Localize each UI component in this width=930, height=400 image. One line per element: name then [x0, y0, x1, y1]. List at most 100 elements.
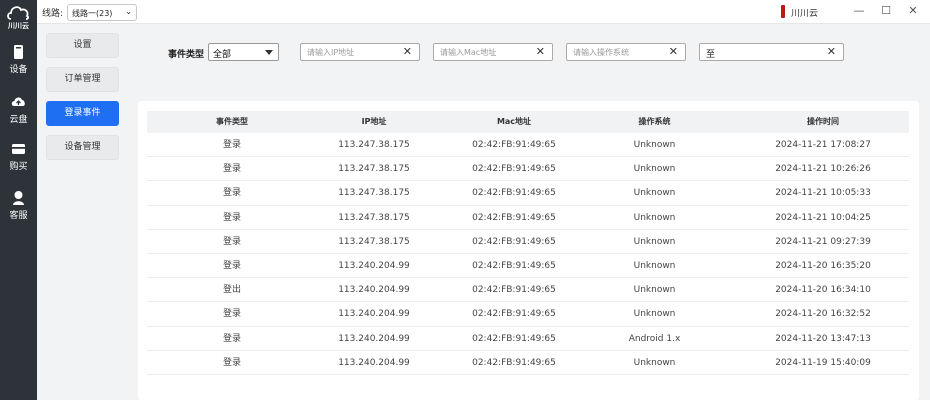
table-row: 登录 113.240.204.99 02:42:FB:91:49:65 Unknown…: [147, 254, 909, 279]
clear-icon[interactable]: ✕: [536, 45, 545, 58]
cell-os: Unknown: [633, 236, 676, 247]
cell-mac: 02:42:FB:91:49:65: [472, 140, 556, 150]
close-button[interactable]: ✕: [903, 3, 923, 19]
cell-mac: 02:42:FB:91:49:65: [472, 188, 556, 199]
mac-placeholder: 请输入Mac地址: [440, 48, 497, 57]
cell-ip: 113.247.38.175: [338, 212, 410, 223]
cell-os: Android 1.x: [628, 333, 681, 344]
cell-event-type: 登录: [222, 188, 241, 199]
cell-time: 2024-11-20 16:32:52: [775, 309, 871, 320]
sidebar-item-service[interactable]: 客服: [0, 190, 37, 226]
events-card: 事件类型 IP地址 Mac地址 操作系统 操作时间 登录 113.247.38.1…: [138, 101, 919, 400]
cell-ip: 113.240.204.99: [338, 333, 410, 344]
table-row: 登录 113.247.38.175 02:42:FB:91:49:65 Unknown…: [147, 181, 909, 206]
sidebar-item-buy[interactable]: 购买: [0, 141, 37, 177]
cell-os: Unknown: [633, 188, 676, 199]
cell-mac: 02:42:FB:91:49:65: [472, 285, 556, 296]
top-bar: 线路: 线路一(23) ⌄ 川川云 — ☐ ✕: [37, 0, 930, 24]
table-row: 登录 113.247.38.175 02:42:FB:91:49:65 Unknown…: [147, 133, 909, 158]
table-row: 登录 113.240.204.99 02:42:FB:91:49:65 Unknown…: [147, 351, 909, 375]
cell-event-type: 登录: [222, 212, 241, 223]
table-row: 登录 113.247.38.175 02:42:FB:91:49:65 Unknown…: [147, 230, 909, 254]
headset-icon: [13, 191, 24, 205]
cell-time: 2024-11-21 10:05:33: [775, 188, 871, 199]
cell-time: 2024-11-20 13:47:13: [775, 333, 871, 344]
event-type-label: 事件类型: [168, 50, 205, 60]
cell-event-type: 登录: [222, 309, 241, 320]
cell-time: 2024-11-21 10:26:26: [775, 164, 871, 175]
date-range-input[interactable]: 至 ✕: [699, 43, 844, 61]
minimize-button[interactable]: —: [849, 3, 869, 19]
events-table: 事件类型 IP地址 Mac地址 操作系统 操作时间 登录 113.247.38.1…: [147, 111, 909, 375]
column-header-os: 操作系统: [638, 117, 671, 126]
event-type-select[interactable]: 全部: [208, 43, 279, 61]
cell-ip: 113.240.204.99: [338, 357, 410, 368]
sidebar-item-label: 客服: [9, 211, 28, 221]
column-header-ip: IP地址: [361, 117, 387, 126]
table-header: 事件类型 IP地址 Mac地址 操作系统 操作时间: [147, 111, 909, 133]
app-title: 川川云: [791, 9, 819, 19]
sidebar-item-cloud[interactable]: 云盘: [0, 94, 37, 130]
logo-text: 川川云: [8, 22, 29, 30]
sidebar: 川川云 设备 云盘 购买 客服: [0, 0, 37, 400]
table-row: 登录 113.240.204.99 02:42:FB:91:49:65 Unknown…: [147, 302, 909, 327]
sidebar-item-label: 购买: [9, 162, 28, 172]
cell-os: Unknown: [633, 309, 676, 320]
cell-ip: 113.240.204.99: [338, 309, 410, 320]
cell-mac: 02:42:FB:91:49:65: [472, 236, 556, 247]
cell-event-type: 登出: [222, 285, 241, 296]
cell-mac: 02:42:FB:91:49:65: [472, 164, 556, 175]
ip-input[interactable]: 请输入IP地址 ✕: [300, 43, 420, 61]
cell-event-type: 登录: [222, 260, 241, 271]
cell-mac: 02:42:FB:91:49:65: [472, 309, 556, 320]
cell-ip: 113.247.38.175: [338, 140, 410, 150]
cell-time: 2024-11-19 15:40:09: [775, 357, 871, 368]
menu-orders[interactable]: 订单管理: [46, 67, 119, 92]
cell-time: 2024-11-20 16:35:20: [775, 260, 871, 271]
cell-os: Unknown: [633, 260, 676, 271]
table-body: 登录 113.247.38.175 02:42:FB:91:49:65 Unknown…: [147, 133, 909, 375]
cell-event-type: 登录: [222, 333, 241, 344]
cell-os: Unknown: [633, 357, 676, 368]
clear-icon[interactable]: ✕: [403, 45, 412, 58]
menu-device-management[interactable]: 设备管理: [46, 135, 119, 160]
cell-time: 2024-11-21 17:08:27: [775, 140, 871, 150]
event-type-value: 全部: [213, 50, 232, 60]
chevron-down-icon: ⌄: [125, 7, 132, 16]
cell-time: 2024-11-20 16:34:10: [775, 285, 871, 296]
main-content: 事件类型 全部 请输入IP地址 ✕ 请输入Mac地址 ✕ 请输入操作系统 ✕ 至…: [129, 24, 930, 400]
cell-mac: 02:42:FB:91:49:65: [472, 212, 556, 223]
os-placeholder: 请输入操作系统: [573, 48, 629, 57]
route-value: 线路一(23): [72, 9, 113, 18]
submenu: 设置 订单管理 登录事件 设备管理: [37, 24, 129, 400]
cell-mac: 02:42:FB:91:49:65: [472, 333, 556, 344]
clear-icon[interactable]: ✕: [669, 45, 678, 58]
cloud-upload-icon: [11, 97, 25, 106]
table-row: 登录 113.240.204.99 02:42:FB:91:49:65 Android…: [147, 327, 909, 351]
cell-event-type: 登录: [222, 236, 241, 247]
os-input[interactable]: 请输入操作系统 ✕: [566, 43, 686, 61]
route-select[interactable]: 线路一(23) ⌄: [67, 4, 137, 21]
cell-os: Unknown: [633, 164, 676, 175]
clear-icon[interactable]: ✕: [827, 45, 836, 58]
cell-event-type: 登录: [222, 357, 241, 368]
sidebar-item-label: 云盘: [9, 115, 28, 125]
sidebar-item-label: 设备: [9, 65, 28, 75]
caret-down-icon: [265, 50, 273, 55]
maximize-button[interactable]: ☐: [876, 3, 896, 19]
cell-mac: 02:42:FB:91:49:65: [472, 260, 556, 271]
cell-os: Unknown: [633, 212, 676, 223]
table-row: 登录 113.247.38.175 02:42:FB:91:49:65 Unknown…: [147, 157, 909, 182]
sidebar-item-device[interactable]: 设备: [0, 44, 37, 80]
phone-icon: [14, 45, 23, 59]
mac-input[interactable]: 请输入Mac地址 ✕: [433, 43, 553, 61]
cell-os: Unknown: [633, 285, 676, 296]
menu-settings[interactable]: 设置: [46, 33, 119, 58]
cell-ip: 113.247.38.175: [338, 188, 410, 199]
menu-login-events[interactable]: 登录事件: [46, 101, 119, 126]
cell-os: Unknown: [633, 140, 676, 150]
date-range-value: 至: [706, 50, 716, 60]
card-icon: [12, 144, 25, 154]
route-label: 线路:: [42, 9, 64, 19]
cell-ip: 113.240.204.99: [338, 260, 410, 271]
